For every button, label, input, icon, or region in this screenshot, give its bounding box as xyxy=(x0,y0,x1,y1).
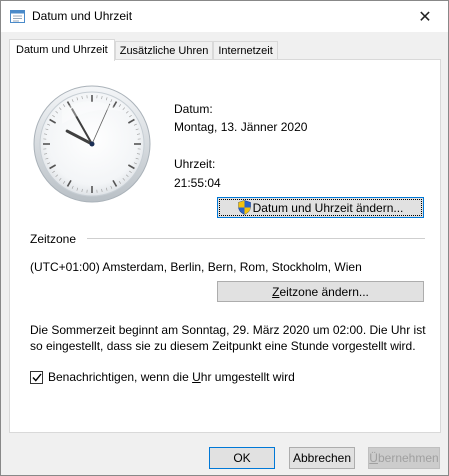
date-value: Montag, 13. Jänner 2020 xyxy=(174,120,308,134)
analog-clock xyxy=(33,85,151,203)
ok-button[interactable]: OK xyxy=(209,447,275,469)
dst-note: Die Sommerzeit beginnt am Sonntag, 29. M… xyxy=(30,323,426,353)
change-timezone-button[interactable]: Zeitzone ändern... xyxy=(217,281,424,302)
checkmark-icon xyxy=(31,373,42,382)
apply-button[interactable]: Übernehmen xyxy=(368,447,440,469)
change-datetime-label: Datum und Uhrzeit ändern... xyxy=(252,200,404,215)
timezone-divider xyxy=(87,238,425,239)
timezone-heading: Zeitzone xyxy=(30,232,77,246)
close-icon: ✕ xyxy=(418,8,432,26)
dialog-window: Datum und Uhrzeit ✕ Datum und Uhrzeit Zu… xyxy=(0,0,449,476)
date-label: Datum: xyxy=(174,102,213,116)
uac-shield-icon xyxy=(237,200,251,215)
tab-strip: Datum und Uhrzeit Zusätzliche Uhren Inte… xyxy=(9,39,278,61)
tab-datum-und-uhrzeit[interactable]: Datum und Uhrzeit xyxy=(9,39,115,61)
tab-zusaetzliche-uhren[interactable]: Zusätzliche Uhren xyxy=(114,41,214,61)
window-title: Datum und Uhrzeit xyxy=(32,9,133,23)
time-label: Uhrzeit: xyxy=(174,157,216,171)
timezone-value: (UTC+01:00) Amsterdam, Berlin, Bern, Rom… xyxy=(30,260,362,274)
change-timezone-label: Zeitzone ändern... xyxy=(272,284,369,299)
tab-panel: Datum: Montag, 13. Jänner 2020 Uhrzeit: … xyxy=(9,59,441,433)
close-button[interactable]: ✕ xyxy=(402,1,448,32)
clock-calendar-icon xyxy=(10,10,25,23)
cancel-button[interactable]: Abbrechen xyxy=(289,447,355,469)
tab-internetzeit[interactable]: Internetzeit xyxy=(213,41,278,61)
clock-center-cap xyxy=(89,141,95,147)
notify-label[interactable]: Benachrichtigen, wenn die Uhr umgestellt… xyxy=(48,370,295,384)
time-value: 21:55:04 xyxy=(174,176,221,190)
notify-checkbox[interactable] xyxy=(30,371,43,384)
change-datetime-button[interactable]: Datum und Uhrzeit ändern... xyxy=(217,197,424,218)
title-bar[interactable]: Datum und Uhrzeit ✕ xyxy=(1,1,448,32)
